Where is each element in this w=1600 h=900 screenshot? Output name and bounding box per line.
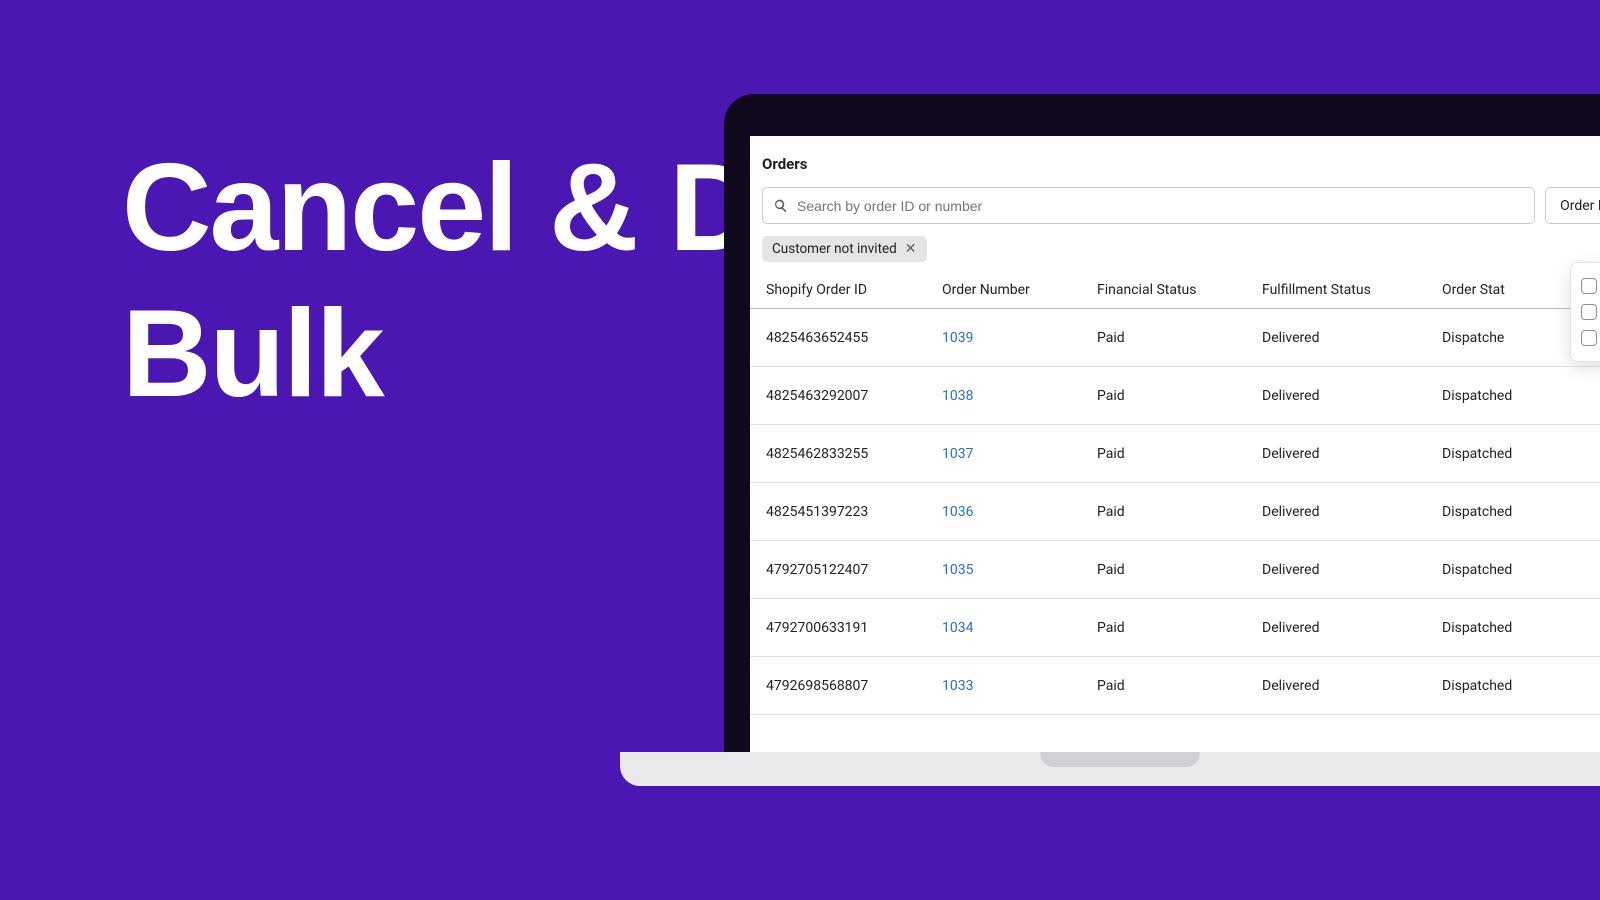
cell-ful: Delivered: [1262, 504, 1442, 520]
cell-id: 4825451397223: [762, 504, 942, 520]
orders-table: Shopify Order ID Order Number Financial …: [750, 272, 1600, 715]
cell-ful: Delivered: [1262, 562, 1442, 578]
col-header-ful: Fulfillment Status: [1262, 282, 1442, 298]
search-input[interactable]: [797, 198, 1524, 214]
cell-num[interactable]: 1033: [942, 678, 1097, 694]
table-header: Shopify Order ID Order Number Financial …: [750, 272, 1600, 309]
table-row[interactable]: 4825462833255 1037 Paid Delivered Dispat…: [750, 425, 1600, 483]
cell-ful: Delivered: [1262, 446, 1442, 462]
dropdown-item[interactable]: Buy Bu: [1571, 325, 1600, 351]
filter-chip-label: Customer not invited: [772, 241, 897, 257]
laptop-notch: [1040, 752, 1200, 767]
page-title: Orders: [750, 136, 1600, 187]
cell-ful: Delivered: [1262, 620, 1442, 636]
cell-id: 4825463652455: [762, 330, 942, 346]
table-row[interactable]: 4825451397223 1036 Paid Delivered Dispat…: [750, 483, 1600, 541]
cell-fin: Paid: [1097, 620, 1262, 636]
search-icon: [773, 198, 789, 214]
cell-fin: Paid: [1097, 330, 1262, 346]
cell-num[interactable]: 1037: [942, 446, 1097, 462]
filter-chip-row: Customer not invited ✕: [750, 236, 1600, 272]
cell-stat: Dispatched: [1442, 562, 1582, 578]
cell-num[interactable]: 1036: [942, 504, 1097, 520]
order-filter-button[interactable]: Order Filt: [1545, 187, 1600, 224]
close-icon[interactable]: ✕: [905, 241, 917, 257]
laptop-base: [620, 752, 1600, 786]
checkbox-icon[interactable]: [1581, 278, 1597, 294]
cell-fin: Paid: [1097, 504, 1262, 520]
col-header-stat: Order Stat: [1442, 282, 1582, 298]
cell-num[interactable]: 1034: [942, 620, 1097, 636]
toolbar: Order Filt: [750, 187, 1600, 236]
dropdown-item[interactable]: Point o: [1571, 299, 1600, 325]
cell-id: 4825463292007: [762, 388, 942, 404]
cell-id: 4792698568807: [762, 678, 942, 694]
col-header-num: Order Number: [942, 282, 1097, 298]
cell-id: 4792700633191: [762, 620, 942, 636]
cell-num[interactable]: 1038: [942, 388, 1097, 404]
filter-dropdown[interactable]: Online Point o Buy Bu: [1570, 262, 1600, 362]
cell-fin: Paid: [1097, 388, 1262, 404]
table-row[interactable]: 4792705122407 1035 Paid Delivered Dispat…: [750, 541, 1600, 599]
cell-fin: Paid: [1097, 678, 1262, 694]
cell-fin: Paid: [1097, 446, 1262, 462]
search-box[interactable]: [762, 187, 1535, 224]
cell-id: 4792705122407: [762, 562, 942, 578]
cell-stat: Dispatched: [1442, 446, 1582, 462]
filter-chip[interactable]: Customer not invited ✕: [762, 236, 927, 262]
col-header-fin: Financial Status: [1097, 282, 1262, 298]
cell-fin: Paid: [1097, 562, 1262, 578]
cell-stat: Dispatched: [1442, 678, 1582, 694]
laptop-bezel: Orders Order Filt Customer not invited ✕: [724, 94, 1600, 754]
cell-stat: Dispatched: [1442, 504, 1582, 520]
app-screen: Orders Order Filt Customer not invited ✕: [750, 136, 1600, 754]
checkbox-icon[interactable]: [1581, 304, 1597, 320]
cell-id: 4825462833255: [762, 446, 942, 462]
col-header-id: Shopify Order ID: [762, 282, 942, 298]
table-row[interactable]: 4792700633191 1034 Paid Delivered Dispat…: [750, 599, 1600, 657]
cell-stat: Dispatched: [1442, 620, 1582, 636]
cell-stat: Dispatche: [1442, 330, 1582, 346]
cell-num[interactable]: 1035: [942, 562, 1097, 578]
table-row[interactable]: 4825463652455 1039 Paid Delivered Dispat…: [750, 309, 1600, 367]
cell-ful: Delivered: [1262, 388, 1442, 404]
checkbox-icon[interactable]: [1581, 330, 1597, 346]
table-row[interactable]: 4825463292007 1038 Paid Delivered Dispat…: [750, 367, 1600, 425]
cell-ful: Delivered: [1262, 330, 1442, 346]
cell-ful: Delivered: [1262, 678, 1442, 694]
cell-num[interactable]: 1039: [942, 330, 1097, 346]
cell-stat: Dispatched: [1442, 388, 1582, 404]
table-row[interactable]: 4792698568807 1033 Paid Delivered Dispat…: [750, 657, 1600, 715]
dropdown-item[interactable]: Online: [1571, 273, 1600, 299]
